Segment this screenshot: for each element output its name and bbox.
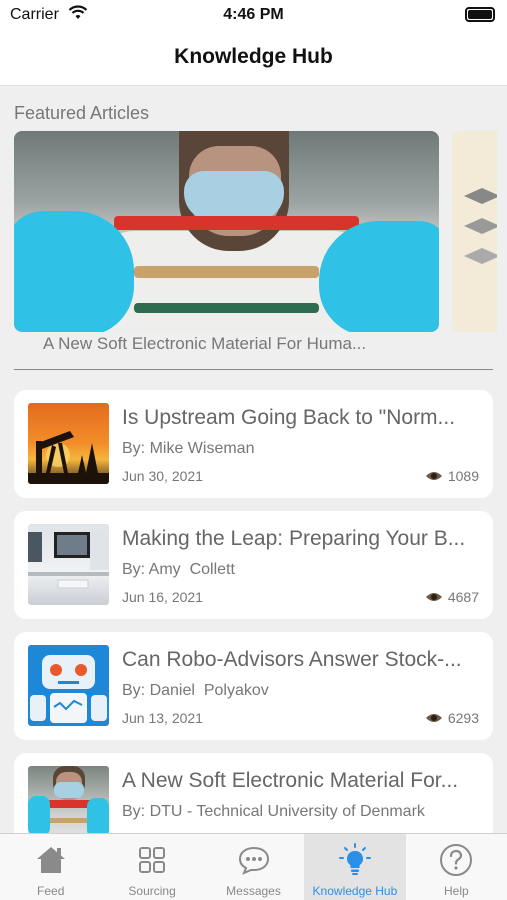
article-author: By: DTU - Technical University of Denmar… bbox=[122, 803, 425, 820]
diagram-illustration bbox=[464, 188, 497, 264]
eye-icon bbox=[425, 714, 442, 722]
article-date: Jun 30, 2021 bbox=[122, 468, 203, 484]
article-author: By: Mike Wiseman bbox=[122, 440, 255, 457]
view-count-value: 1089 bbox=[447, 468, 479, 484]
featured-article-image[interactable] bbox=[14, 131, 439, 332]
status-bar: Carrier 4:46 PM bbox=[0, 0, 507, 30]
knowledge-hub-content[interactable]: Featured Articles A New Soft Electronic … bbox=[0, 87, 507, 833]
scientist-thumbnail bbox=[28, 766, 109, 833]
tab-label: Feed bbox=[37, 884, 65, 898]
question-circle-icon bbox=[440, 844, 473, 876]
featured-section-title: Featured Articles bbox=[14, 103, 150, 123]
section-divider bbox=[14, 369, 493, 370]
article-card[interactable]: A New Soft Electronic Material For... By… bbox=[14, 753, 493, 833]
article-author: By: Daniel Polyakov bbox=[122, 682, 269, 699]
battery-icon bbox=[465, 7, 495, 22]
clock-time: 4:46 PM bbox=[223, 6, 284, 23]
green-material-strip bbox=[134, 303, 319, 313]
tab-label: Help bbox=[443, 884, 469, 898]
article-title: A New Soft Electronic Material For... bbox=[122, 769, 459, 792]
article-date: Jun 13, 2021 bbox=[122, 710, 203, 726]
tab-bar: Feed Sourcing Messages Knowledge Hub Hel… bbox=[0, 833, 507, 900]
tab-label: Messages bbox=[226, 884, 281, 898]
tab-knowledge-hub[interactable]: Knowledge Hub bbox=[304, 834, 406, 900]
article-date: Jun 16, 2021 bbox=[122, 589, 203, 605]
oil-pump-thumbnail bbox=[28, 403, 109, 484]
page-title: Knowledge Hub bbox=[174, 45, 333, 68]
tab-label: Knowledge Hub bbox=[312, 884, 398, 898]
tab-feed[interactable]: Feed bbox=[0, 834, 101, 900]
red-material-strip bbox=[114, 216, 359, 230]
grid-icon bbox=[139, 847, 166, 873]
article-title: Is Upstream Going Back to "Norm... bbox=[122, 406, 456, 429]
view-count: 4687 bbox=[425, 589, 479, 605]
home-icon bbox=[36, 847, 65, 873]
article-title: Making the Leap: Preparing Your B... bbox=[122, 527, 466, 550]
eye-icon bbox=[425, 593, 442, 601]
article-card[interactable]: Is Upstream Going Back to "Norm... By: M… bbox=[14, 390, 493, 498]
article-author: By: Amy Collett bbox=[122, 561, 235, 578]
article-card[interactable]: Making the Leap: Preparing Your B... By:… bbox=[14, 511, 493, 619]
article-title: Can Robo-Advisors Answer Stock-... bbox=[122, 648, 462, 671]
featured-article-caption[interactable]: A New Soft Electronic Material For Huma.… bbox=[43, 334, 366, 354]
view-count-value: 6293 bbox=[447, 710, 479, 726]
eye-icon bbox=[425, 472, 442, 480]
lightbulb-icon bbox=[338, 843, 371, 875]
office-desk-thumbnail bbox=[28, 524, 109, 605]
article-card[interactable]: Can Robo-Advisors Answer Stock-... By: D… bbox=[14, 632, 493, 740]
tab-help[interactable]: Help bbox=[406, 834, 507, 900]
tab-messages[interactable]: Messages bbox=[203, 834, 304, 900]
robot-thumbnail bbox=[28, 645, 109, 726]
face-mask-shape bbox=[184, 171, 284, 221]
tab-label: Sourcing bbox=[128, 884, 176, 898]
right-glove-shape bbox=[319, 221, 439, 332]
view-count-value: 4687 bbox=[447, 589, 479, 605]
tab-sourcing[interactable]: Sourcing bbox=[101, 834, 202, 900]
left-glove-shape bbox=[14, 211, 134, 332]
navigation-bar: Knowledge Hub bbox=[0, 30, 507, 86]
chat-bubble-icon bbox=[238, 846, 269, 875]
tan-material-strip bbox=[134, 266, 319, 278]
view-count: 1089 bbox=[425, 468, 479, 484]
next-featured-article-image[interactable] bbox=[452, 131, 497, 332]
view-count: 6293 bbox=[425, 710, 479, 726]
